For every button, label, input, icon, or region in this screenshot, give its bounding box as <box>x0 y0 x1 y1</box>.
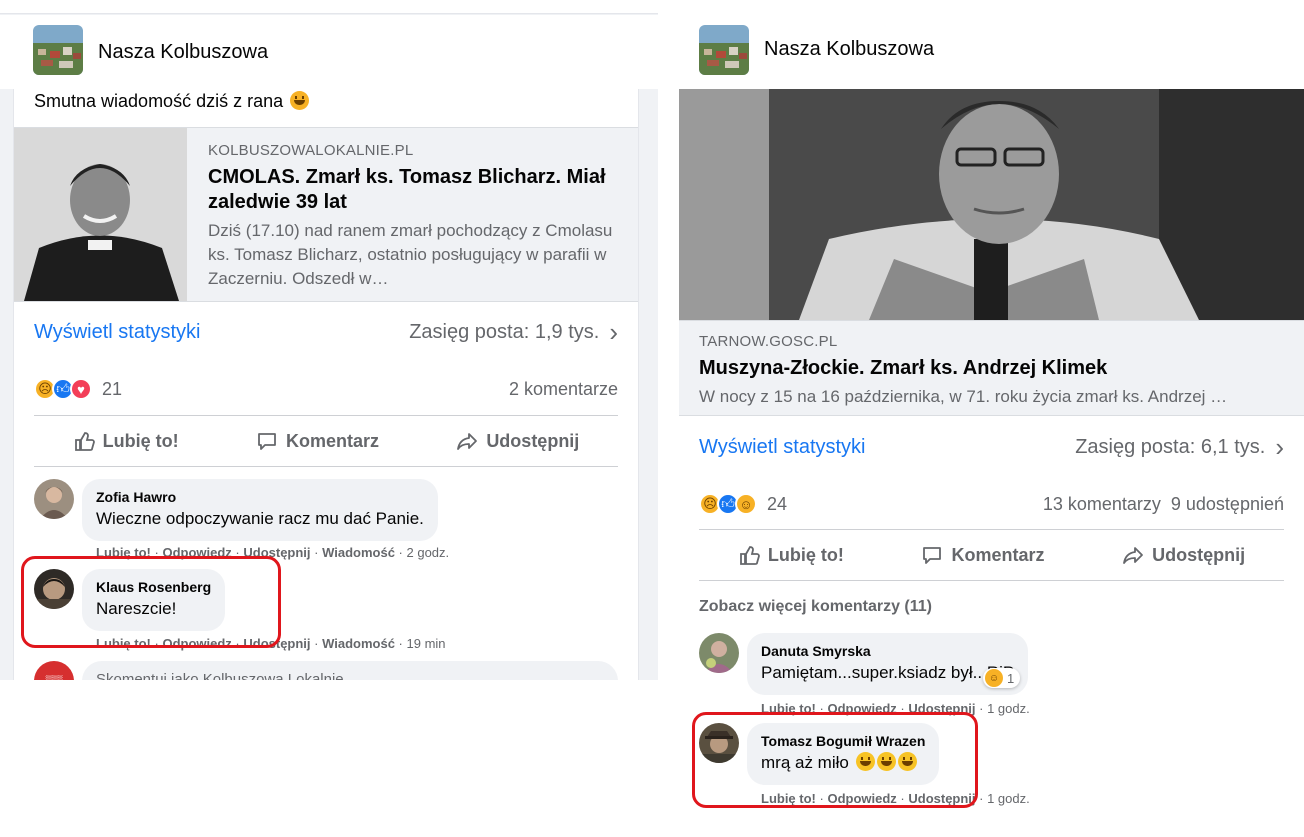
reach-text: Zasięg posta: 1,9 tys. <box>409 320 600 343</box>
link-domain: TARNOW.GOSC.PL <box>699 333 838 350</box>
link-hero-image[interactable] <box>679 89 1304 320</box>
sad-emoji-icon <box>290 91 310 110</box>
comment-message-link[interactable]: Wiadomość <box>322 636 395 651</box>
link-thumbnail-image <box>14 128 187 301</box>
reactions-row: ☹ 👍︎ ☺ 24 13 komentarzy 9 udostępnień <box>699 490 1284 518</box>
comment-button[interactable]: Komentarz <box>921 544 1044 566</box>
comment-time[interactable]: 1 godz. <box>987 701 1030 716</box>
top-divider <box>0 0 658 14</box>
link-title[interactable]: CMOLAS. Zmarł ks. Tomasz Blicharz. Miał … <box>208 165 624 215</box>
comment-author[interactable]: Zofia Hawro <box>96 487 424 507</box>
like-button[interactable]: Lubię to! <box>738 544 844 566</box>
reach-info[interactable]: Zasięg posta: 6,1 tys. › <box>1075 432 1284 462</box>
view-more-comments-link[interactable]: Zobacz więcej komentarzy (11) <box>699 598 932 616</box>
comment-label: Komentarz <box>285 430 379 451</box>
link-description: Dziś (17.10) nad ranem zmarł pochodzący … <box>208 221 613 288</box>
group-header: Nasza Kolbuszowa <box>0 15 658 89</box>
comments-count[interactable]: 2 komentarze <box>509 379 618 400</box>
comments-count[interactable]: 13 komentarzy <box>1043 494 1161 515</box>
haha-reaction-icon: ☺ <box>735 493 757 515</box>
shares-count[interactable]: 9 udostępnień <box>1171 494 1284 515</box>
group-thumbnail[interactable] <box>699 25 749 75</box>
link-preview[interactable]: KOLBUSZOWALOKALNIE.PL CMOLAS. Zmarł ks. … <box>14 127 638 302</box>
highlight-outline <box>21 556 281 648</box>
comment-button[interactable]: Komentarz <box>256 430 379 452</box>
chevron-right-icon: › <box>1275 432 1284 462</box>
speech-bubble-icon <box>258 433 276 450</box>
reach-info[interactable]: Zasięg posta: 1,9 tys. › <box>409 317 618 347</box>
share-button[interactable]: Udostępnij <box>456 430 579 452</box>
speech-bubble-icon <box>923 547 942 564</box>
thumbs-up-icon <box>74 432 95 451</box>
share-arrow-icon <box>457 433 478 450</box>
comment-time[interactable]: 2 godz. <box>407 545 450 560</box>
chevron-right-icon: › <box>609 317 618 347</box>
like-button[interactable]: Lubię to! <box>73 430 179 452</box>
avatar[interactable] <box>34 479 74 519</box>
comment-author[interactable]: Danuta Smyrska <box>761 641 1014 661</box>
post-card: TARNOW.GOSC.PL Muszyna-Złockie. Zmarł ks… <box>659 89 1304 808</box>
reach-text: Zasięg posta: 6,1 tys. <box>1075 435 1266 458</box>
comment: Zofia Hawro Wieczne odpoczywanie racz mu… <box>34 479 618 560</box>
comment-input[interactable]: Skomentuj jako Kolbuszowa Lokalnie <box>82 661 618 680</box>
actions-row: Lubię to! Komentarz Udostępnij <box>699 529 1284 581</box>
group-name[interactable]: Nasza Kolbuszowa <box>764 38 934 61</box>
comment-label: Komentarz <box>951 544 1045 565</box>
group-header: Nasza Kolbuszowa <box>659 0 1304 88</box>
link-preview[interactable]: TARNOW.GOSC.PL Muszyna-Złockie. Zmarł ks… <box>679 320 1304 416</box>
avatar[interactable] <box>699 633 739 673</box>
comment-time[interactable]: 1 godz. <box>987 791 1030 806</box>
avatar[interactable]: ▒▒ <box>34 661 74 680</box>
link-text-block: TARNOW.GOSC.PL Muszyna-Złockie. Zmarł ks… <box>699 333 1290 409</box>
left-screenshot: Nasza Kolbuszowa Smutna wiadomość dziś z… <box>0 0 658 680</box>
comment-message-link[interactable]: Wiadomość <box>322 545 395 560</box>
group-thumbnail[interactable] <box>33 25 83 75</box>
post-text-content: Smutna wiadomość dziś z rana <box>34 91 284 111</box>
view-stats-link[interactable]: Wyświetl statystyki <box>699 436 866 459</box>
comment-text: Wieczne odpoczywanie racz mu dać Panie. <box>96 509 424 528</box>
engagement-counts: 13 komentarzy 9 udostępnień <box>1043 494 1284 515</box>
stats-row: Wyświetl statystyki Zasięg posta: 1,9 ty… <box>34 317 618 347</box>
like-label: Lubię to! <box>767 544 844 565</box>
comment-time[interactable]: 19 min <box>407 636 446 651</box>
reactions-summary[interactable]: ☹ 👍︎ ☺ 24 <box>699 493 787 515</box>
highlight-outline <box>692 712 978 808</box>
love-reaction-icon: ♥ <box>70 378 92 400</box>
comment-text: Pamiętam...super.ksiadz był...RiP <box>761 663 1015 682</box>
reactions-row: ☹ 👍︎ ♥ 21 2 komentarze <box>34 375 618 403</box>
actions-row: Lubię to! Komentarz Udostępnij <box>34 415 618 467</box>
reaction-count: 21 <box>102 378 123 399</box>
reactions-summary[interactable]: ☹ 👍︎ ♥ 21 <box>34 378 122 400</box>
share-label: Udostępnij <box>486 430 580 451</box>
right-screenshot: Nasza Kolbuszowa TARNOW.GOSC.PL Muszyna-… <box>659 0 1304 808</box>
share-label: Udostępnij <box>1152 544 1246 565</box>
link-title[interactable]: Muszyna-Złockie. Zmarł ks. Andrzej Klime… <box>699 356 1290 381</box>
comment-composer: ▒▒ Skomentuj jako Kolbuszowa Lokalnie <box>34 659 618 680</box>
link-description: W nocy z 15 na 16 października, w 71. ro… <box>699 387 1228 406</box>
thumbs-up-icon <box>739 546 760 565</box>
link-domain: KOLBUSZOWALOKALNIE.PL <box>208 142 414 159</box>
comment-bubble: Zofia Hawro Wieczne odpoczywanie racz mu… <box>82 479 438 541</box>
post-text: Smutna wiadomość dziś z rana <box>34 91 310 112</box>
reaction-count: 24 <box>767 493 788 514</box>
comment-reaction-badge[interactable]: ☺ 1 <box>983 668 1021 688</box>
like-label: Lubię to! <box>102 430 179 451</box>
share-arrow-icon <box>1123 547 1144 564</box>
group-name[interactable]: Nasza Kolbuszowa <box>98 41 268 64</box>
badge-count: 1 <box>1007 670 1015 686</box>
share-button[interactable]: Udostępnij <box>1122 544 1245 566</box>
link-text-block: KOLBUSZOWALOKALNIE.PL CMOLAS. Zmarł ks. … <box>208 142 624 291</box>
haha-reaction-icon: ☺ <box>985 669 1003 687</box>
stats-row: Wyświetl statystyki Zasięg posta: 6,1 ty… <box>699 432 1284 462</box>
comment: Danuta Smyrska Pamiętam...super.ksiadz b… <box>699 633 1284 723</box>
view-stats-link[interactable]: Wyświetl statystyki <box>34 321 201 344</box>
